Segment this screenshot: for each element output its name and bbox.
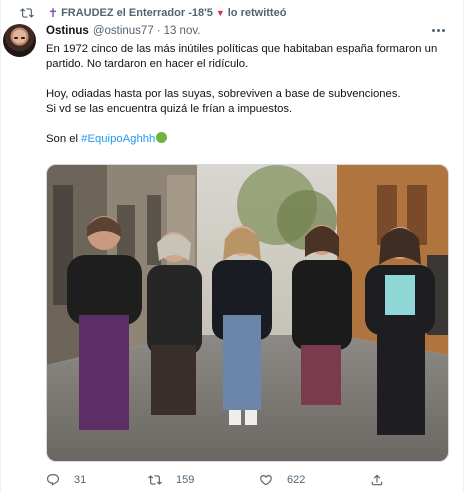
- tweet-paragraph-2a: Hoy, odiadas hasta por las suyas, sobrev…: [46, 88, 401, 100]
- tweet-header: Ostinus @ostinus77 · 13 nov.: [46, 25, 200, 37]
- heart-badge-icon: ▼: [215, 8, 225, 18]
- separator-dot: ·: [156, 25, 161, 37]
- reply-icon: [47, 474, 59, 486]
- like-icon: [260, 475, 272, 486]
- share-action[interactable]: [370, 473, 398, 487]
- retweet-suffix: lo retwitteó: [227, 7, 287, 19]
- cross-icon: ✝: [48, 6, 59, 20]
- retweet-icon: [148, 475, 162, 485]
- like-action[interactable]: 622: [259, 473, 305, 487]
- avatar-eye-right: [21, 37, 25, 39]
- tweet-text: En 1972 cinco de las más inútiles políti…: [46, 42, 456, 147]
- tweet-photo[interactable]: [46, 164, 449, 462]
- reply-action[interactable]: 31: [46, 473, 86, 487]
- tweet-paragraph-1: En 1972 cinco de las más inútiles políti…: [46, 43, 438, 70]
- reply-count: 31: [74, 474, 87, 486]
- tweet-paragraph-3-prefix: Son el: [46, 133, 82, 145]
- like-count: 622: [287, 474, 306, 486]
- timeline-border-left: [0, 0, 1, 493]
- retweet-icon: [20, 8, 34, 18]
- sick-face-emoji: [156, 132, 168, 143]
- tweet-actions: 31 159 622: [46, 473, 456, 489]
- retweet-count: 159: [176, 474, 195, 486]
- retweet-context[interactable]: ✝ FRAUDEZ el Enterrador -18'5 ▼ lo retwi…: [20, 5, 286, 21]
- tweet-paragraph-2b: Si vd se las encuentra quizá le frían a …: [46, 103, 293, 115]
- tweet-paragraph-3: Son el #EquipoAghhh: [46, 132, 456, 147]
- avatar-eye-left: [14, 37, 18, 39]
- tweet-date[interactable]: 13 nov.: [164, 25, 201, 37]
- share-icon: [371, 474, 383, 486]
- more-icon[interactable]: [432, 24, 450, 36]
- retweet-action[interactable]: 159: [148, 473, 194, 487]
- hashtag-link[interactable]: #EquipoAghhh: [81, 133, 155, 145]
- author-handle[interactable]: @ostinus77: [93, 25, 154, 37]
- author-display-name[interactable]: Ostinus: [46, 25, 89, 37]
- avatar[interactable]: [3, 24, 36, 57]
- retweeter-name[interactable]: FRAUDEZ el Enterrador -18'5: [61, 7, 213, 19]
